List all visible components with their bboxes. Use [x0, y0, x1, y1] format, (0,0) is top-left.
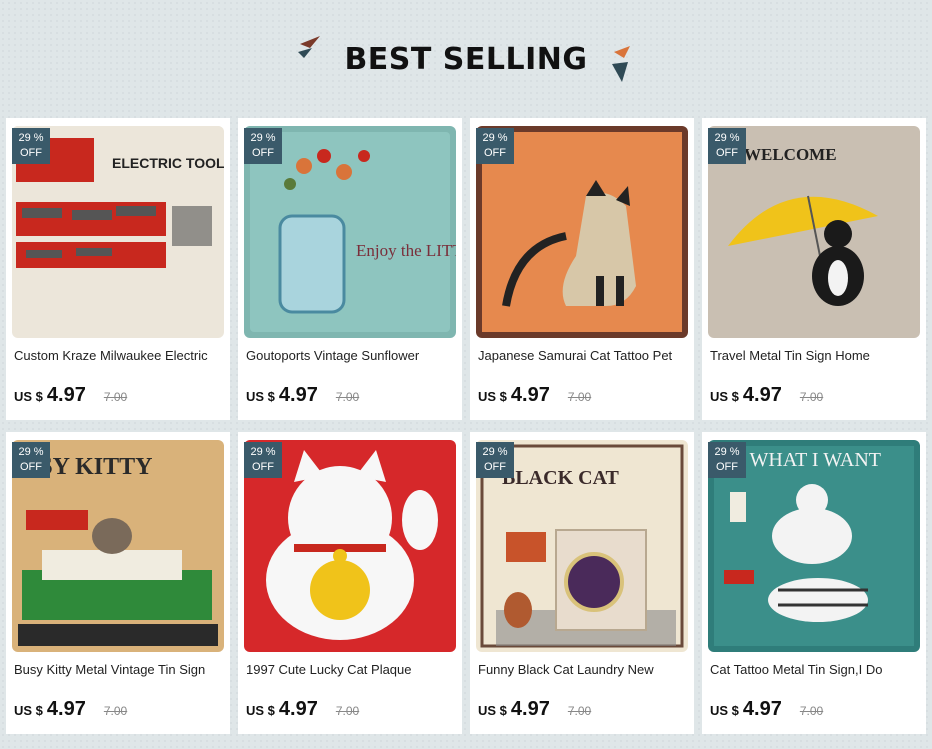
- discount-percent: 29 %: [18, 132, 44, 144]
- discount-percent: 29 %: [250, 446, 276, 458]
- discount-off-label: OFF: [484, 461, 506, 473]
- product-card[interactable]: 29 % OFF 1997 Cute Lucky Cat Plaque US $4…: [238, 432, 462, 734]
- discount-percent: 29 %: [18, 446, 44, 458]
- discount-percent: 29 %: [482, 132, 508, 144]
- discount-off-label: OFF: [484, 147, 506, 159]
- original-price: 7.00: [567, 390, 592, 404]
- discount-badge: 29 % OFF: [708, 128, 746, 164]
- sale-price: 4.97: [742, 384, 782, 406]
- discount-off-label: OFF: [252, 461, 274, 473]
- currency: US $: [478, 389, 507, 404]
- original-price: 7.00: [335, 390, 360, 404]
- original-price: 7.00: [103, 704, 128, 718]
- product-card[interactable]: 29 % OFF Japanese Samurai Cat Tattoo Pet …: [470, 118, 694, 420]
- discount-percent: 29 %: [714, 446, 740, 458]
- product-name[interactable]: Custom Kraze Milwaukee Electric: [14, 348, 224, 366]
- discount-badge: 29 % OFF: [12, 128, 50, 164]
- thumb-text: ELECTRIC TOOLS: [112, 155, 224, 171]
- product-name[interactable]: Funny Black Cat Laundry New: [478, 662, 688, 680]
- sale-price: 4.97: [742, 698, 782, 720]
- price-row: US $4.97 7.00: [14, 384, 127, 408]
- original-price: 7.00: [799, 704, 824, 718]
- sale-price: 4.97: [510, 698, 550, 720]
- discount-badge: 29 % OFF: [12, 442, 50, 478]
- original-price: 7.00: [103, 390, 128, 404]
- currency: US $: [246, 389, 275, 404]
- currency: US $: [478, 703, 507, 718]
- price-row: US $4.97 7.00: [478, 384, 591, 408]
- thumb-text: BLACK CAT: [502, 467, 620, 489]
- discount-percent: 29 %: [714, 132, 740, 144]
- section-title: BEST SELLING: [344, 42, 588, 77]
- discount-off-label: OFF: [716, 147, 738, 159]
- discount-percent: 29 %: [250, 132, 276, 144]
- sale-price: 4.97: [510, 384, 550, 406]
- product-name[interactable]: Travel Metal Tin Sign Home: [710, 348, 920, 366]
- sale-price: 4.97: [278, 698, 318, 720]
- discount-percent: 29 %: [482, 446, 508, 458]
- discount-off-label: OFF: [20, 461, 42, 473]
- price-row: US $4.97 7.00: [710, 384, 823, 408]
- price-row: US $4.97 7.00: [246, 698, 359, 722]
- product-card[interactable]: ELECTRIC TOOLS 29 % OFF Custom Kraze Milw…: [6, 118, 230, 420]
- thumb-text: Enjoy the LITTLE Things: [356, 241, 456, 260]
- currency: US $: [710, 389, 739, 404]
- section-header: BEST SELLING: [0, 0, 932, 118]
- product-card[interactable]: Enjoy the LITTLE Things 29 % OFF Goutopor…: [238, 118, 462, 420]
- currency: US $: [14, 389, 43, 404]
- sale-price: 4.97: [278, 384, 318, 406]
- discount-off-label: OFF: [716, 461, 738, 473]
- original-price: 7.00: [799, 390, 824, 404]
- currency: US $: [246, 703, 275, 718]
- price-row: US $4.97 7.00: [14, 698, 127, 722]
- discount-badge: 29 % OFF: [476, 442, 514, 478]
- original-price: 7.00: [567, 704, 592, 718]
- discount-badge: 29 % OFF: [476, 128, 514, 164]
- right-decoration-icon: [612, 46, 630, 82]
- thumb-text: WELCOME: [744, 145, 837, 164]
- currency: US $: [14, 703, 43, 718]
- product-card[interactable]: BLACK CAT 29 % OFF Funny Black Cat Laundr…: [470, 432, 694, 734]
- price-row: US $4.97 7.00: [246, 384, 359, 408]
- product-name[interactable]: Japanese Samurai Cat Tattoo Pet: [478, 348, 688, 366]
- discount-off-label: OFF: [20, 147, 42, 159]
- product-name[interactable]: Goutoports Vintage Sunflower: [246, 348, 456, 366]
- discount-off-label: OFF: [252, 147, 274, 159]
- product-name[interactable]: Busy Kitty Metal Vintage Tin Sign: [14, 662, 224, 680]
- discount-badge: 29 % OFF: [244, 442, 282, 478]
- product-card[interactable]: DO WHAT I WANT 29 % OFF Cat Tattoo Metal …: [702, 432, 926, 734]
- price-row: US $4.97 7.00: [710, 698, 823, 722]
- currency: US $: [710, 703, 739, 718]
- discount-badge: 29 % OFF: [244, 128, 282, 164]
- original-price: 7.00: [335, 704, 360, 718]
- sale-price: 4.97: [46, 384, 86, 406]
- sale-price: 4.97: [46, 698, 86, 720]
- discount-badge: 29 % OFF: [708, 442, 746, 478]
- price-row: US $4.97 7.00: [478, 698, 591, 722]
- product-name[interactable]: 1997 Cute Lucky Cat Plaque: [246, 662, 456, 680]
- product-card[interactable]: WELCOME 29 % OFF Travel Metal Tin Sign Ho…: [702, 118, 926, 420]
- product-name[interactable]: Cat Tattoo Metal Tin Sign,I Do: [710, 662, 920, 680]
- product-card[interactable]: USY KITTY 29 % OFF Busy Kitty Metal Vinta…: [6, 432, 230, 734]
